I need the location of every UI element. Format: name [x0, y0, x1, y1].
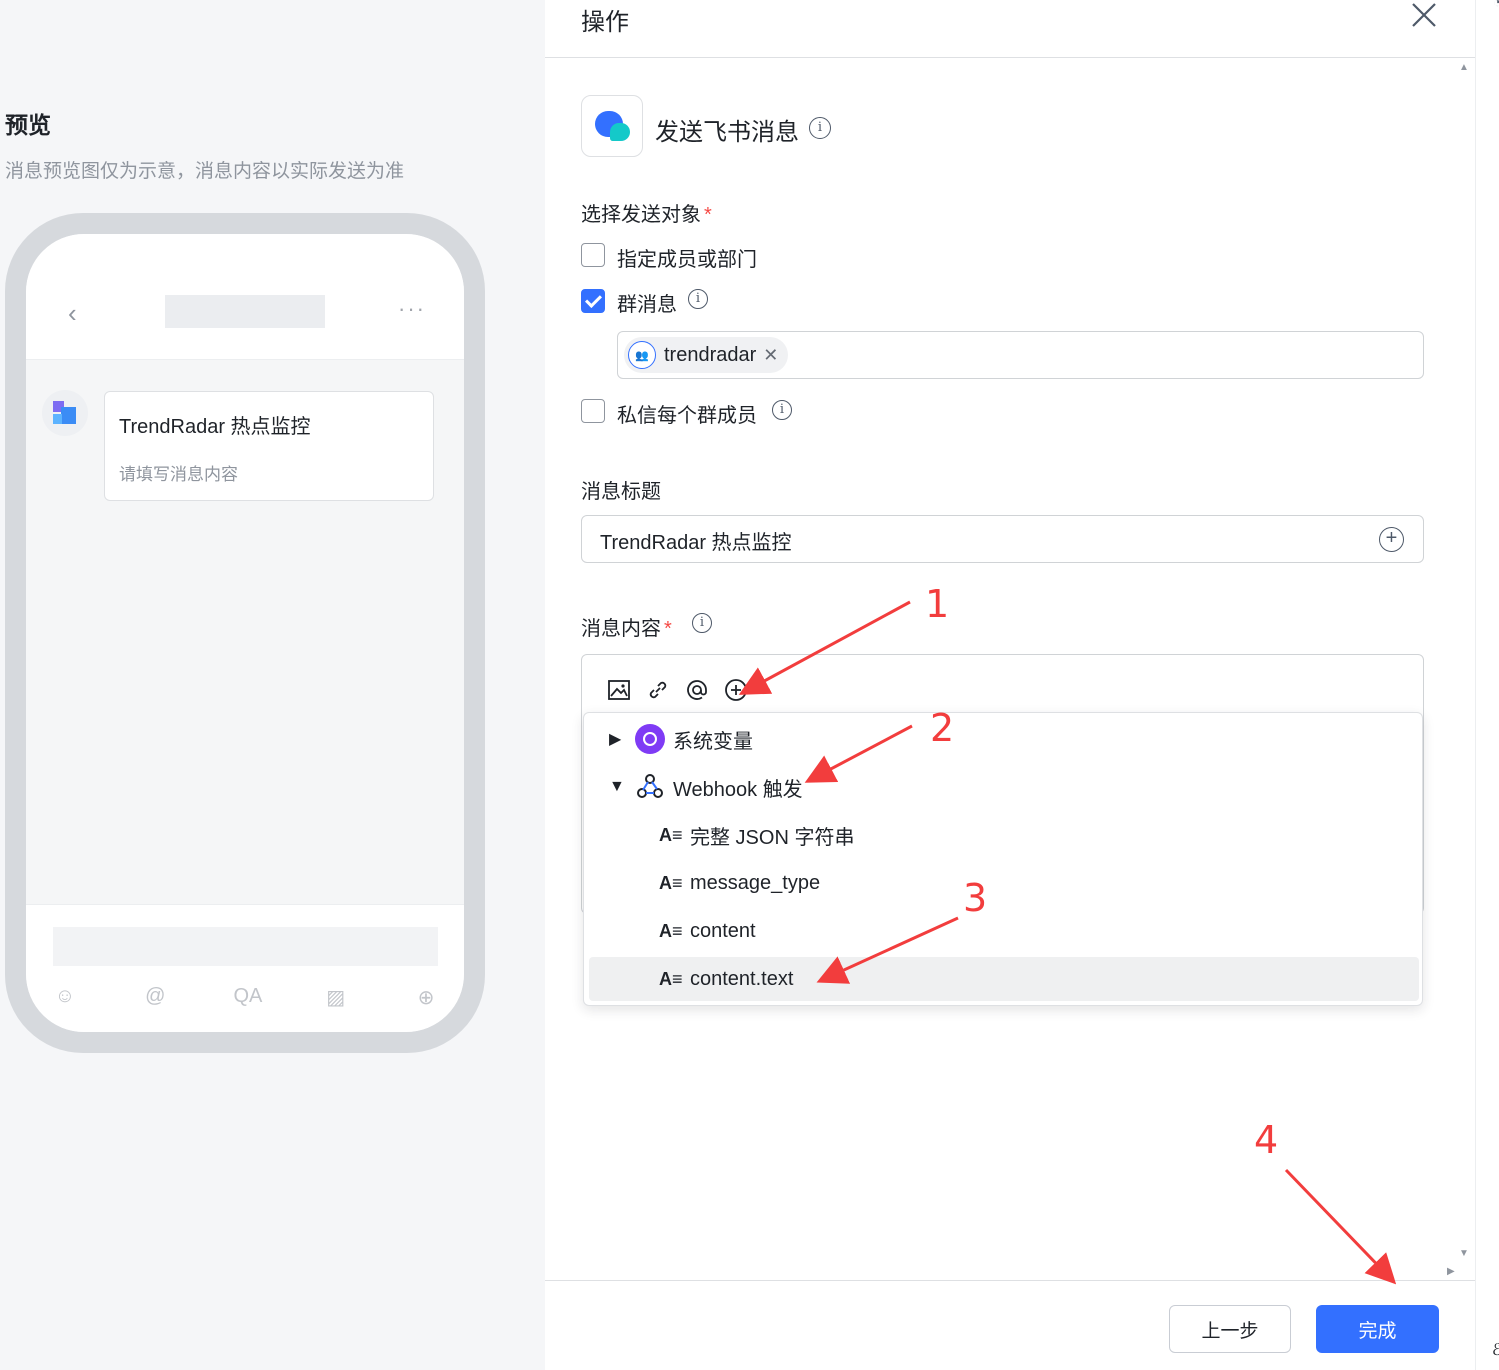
text-type-icon: A≡: [659, 872, 683, 893]
phone-screen: ‹ ··· TrendRadar 热点监控 请填写消息内容 ☺ @ QA ▨ ⊕: [26, 234, 464, 1032]
message-title-label: 消息标题: [581, 481, 661, 503]
variable-label: message_type: [690, 871, 821, 894]
info-icon[interactable]: i: [772, 400, 792, 420]
remove-chip-icon[interactable]: ✕: [763, 345, 778, 366]
qa-icon: QA: [233, 985, 263, 1007]
info-icon[interactable]: i: [809, 117, 831, 139]
checkbox-group-message[interactable]: [581, 289, 605, 313]
insert-image-icon[interactable]: [606, 677, 631, 702]
variable-item[interactable]: A≡ message_type: [589, 861, 1419, 905]
image-icon: ▨: [326, 987, 346, 1009]
partial-icon: ◔: [1493, 0, 1499, 10]
message-content-label: 消息内容 *: [581, 618, 672, 640]
variable-label: content: [690, 919, 756, 942]
checkbox-members[interactable]: [581, 243, 605, 267]
plus-icon: ⊕: [417, 987, 435, 1009]
annotation-number-3: 3: [963, 876, 988, 920]
group-webhook-trigger[interactable]: ▼ Webhook 触发: [589, 765, 1419, 809]
required-mark: *: [704, 204, 712, 226]
preview-title: 预览: [5, 112, 51, 138]
done-button[interactable]: 完成: [1316, 1305, 1439, 1353]
scroll-down-arrow-icon[interactable]: ▼: [1459, 1248, 1469, 1259]
feishu-message-icon: [581, 95, 643, 157]
info-icon[interactable]: i: [692, 613, 712, 633]
info-icon[interactable]: i: [688, 289, 708, 309]
variable-label: 完整 JSON 字符串: [690, 826, 855, 849]
option-members-label[interactable]: 指定成员或部门: [617, 243, 757, 272]
scroll-up-arrow-icon[interactable]: ▲: [1459, 62, 1469, 73]
preview-panel: 预览 消息预览图仅为示意，消息内容以实际发送为准 ‹ ··· TrendRada…: [0, 0, 545, 1370]
right-edge-strip: ◔ ℰ: [1475, 0, 1499, 1370]
message-title-value: TrendRadar 热点监控: [600, 532, 792, 554]
back-chevron-icon: ‹: [68, 298, 77, 328]
expand-caret-icon: ▶: [609, 731, 622, 748]
composer-tools: ☺ @ QA ▨ ⊕: [53, 985, 438, 1010]
annotation-number-1: 1: [925, 582, 950, 626]
collapse-caret-icon: ▼: [609, 778, 625, 795]
scroll-right-arrow-icon[interactable]: ▶: [1447, 1266, 1455, 1277]
group-label: Webhook 触发: [673, 778, 803, 801]
editor-toolbar: [606, 677, 748, 702]
text-type-icon: A≡: [659, 824, 683, 845]
variable-item[interactable]: A≡ 完整 JSON 字符串: [589, 813, 1419, 857]
option-dm-members-label[interactable]: 私信每个群成员: [617, 399, 757, 428]
drawer-title: 操作: [581, 9, 629, 36]
drawer-header: 操作: [545, 0, 1475, 58]
phone-header: ‹ ···: [26, 234, 464, 360]
close-icon[interactable]: [1409, 0, 1439, 30]
insert-link-icon[interactable]: [645, 677, 670, 702]
recipients-label: 选择发送对象 *: [581, 204, 712, 226]
group-label: 系统变量: [673, 730, 753, 753]
required-mark: *: [664, 618, 672, 640]
preview-subtitle: 消息预览图仅为示意，消息内容以实际发送为准: [5, 161, 405, 182]
group-select-field[interactable]: 👥 trendradar ✕: [617, 331, 1424, 379]
annotation-number-2: 2: [930, 706, 955, 750]
previous-step-button[interactable]: 上一步: [1169, 1305, 1291, 1353]
composer-input-placeholder: [53, 927, 438, 966]
action-name: 发送飞书消息: [655, 119, 799, 146]
phone-composer: ☺ @ QA ▨ ⊕: [26, 904, 464, 1032]
option-group-message-label[interactable]: 群消息: [617, 288, 677, 317]
message-card: TrendRadar 热点监控 请填写消息内容: [104, 391, 434, 501]
group-chip: 👥 trendradar ✕: [624, 337, 789, 373]
variable-item-active[interactable]: A≡ content.text: [589, 957, 1419, 1001]
checkbox-dm-members[interactable]: [581, 399, 605, 423]
insert-variable-icon[interactable]: [723, 677, 748, 702]
group-chip-label: trendradar: [664, 343, 757, 366]
message-card-body: 请填写消息内容: [119, 465, 238, 484]
variable-dropdown: ▶ 系统变量 ▼ Webhook 触发 A≡ 完整 JSON 字符串 A≡ me…: [583, 712, 1423, 1006]
variable-label: content.text: [690, 967, 794, 990]
chat-title-placeholder: [165, 295, 325, 328]
emoji-icon: ☺: [54, 985, 76, 1007]
mention-icon: @: [145, 985, 166, 1007]
drawer-footer: 上一步 完成: [545, 1280, 1475, 1370]
text-type-icon: A≡: [659, 920, 683, 941]
more-icon: ···: [398, 296, 426, 321]
message-card-title: TrendRadar 热点监控: [119, 416, 311, 438]
phone-mockup: ‹ ··· TrendRadar 热点监控 请填写消息内容 ☺ @ QA ▨ ⊕: [5, 213, 485, 1053]
partial-icon: ℰ: [1492, 1342, 1499, 1359]
message-title-input[interactable]: TrendRadar 热点监控 +: [581, 515, 1424, 563]
group-system-variables[interactable]: ▶ 系统变量: [589, 717, 1419, 761]
mention-icon[interactable]: [684, 677, 709, 702]
clock-icon: [635, 724, 665, 754]
text-type-icon: A≡: [659, 968, 683, 989]
variable-item[interactable]: A≡ content: [589, 909, 1419, 953]
group-avatar-icon: 👥: [628, 341, 656, 369]
webhook-icon: [637, 774, 663, 798]
bot-avatar: [42, 390, 88, 436]
action-drawer: 操作 ▲ ▼ ▶ 发送飞书消息 i 选择发送对象 * 指定成员或部门 群消息 i …: [545, 0, 1475, 1370]
insert-variable-icon[interactable]: +: [1379, 527, 1404, 552]
annotation-number-4: 4: [1254, 1118, 1279, 1162]
